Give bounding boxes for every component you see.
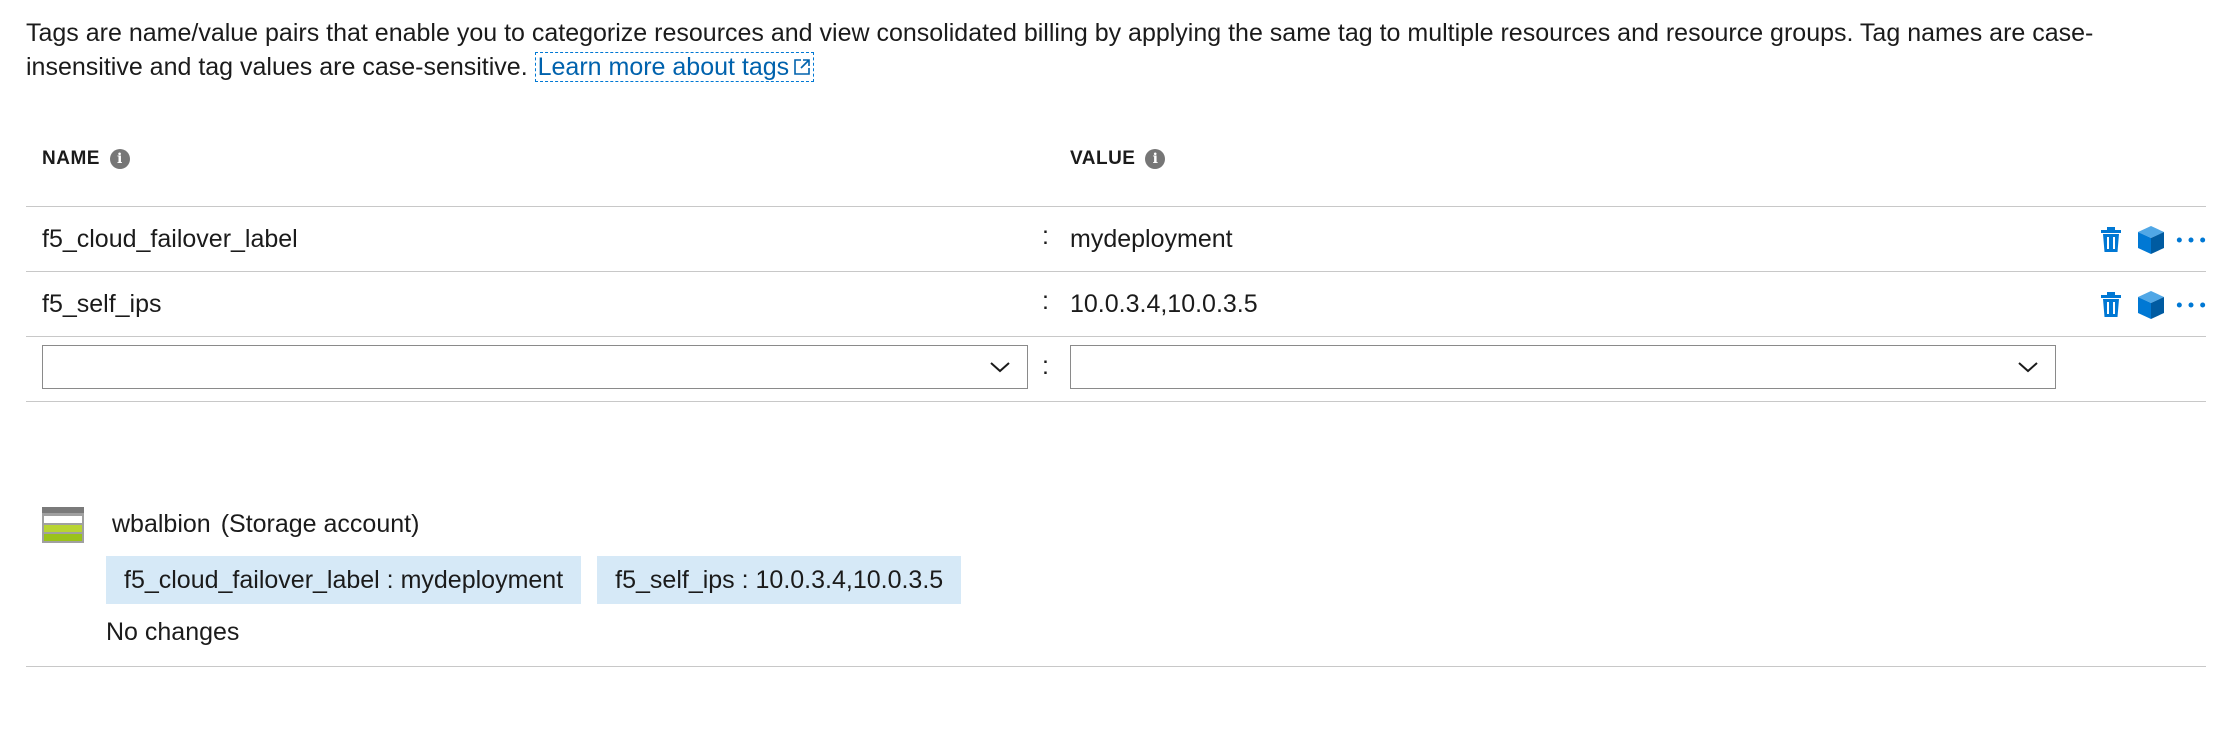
- tag-pill: f5_cloud_failover_label : mydeployment: [106, 556, 582, 604]
- chevron-down-icon: [990, 362, 1010, 373]
- apply-to-resources-icon[interactable]: [2136, 290, 2166, 320]
- tag-pill: f5_self_ips : 10.0.3.4,10.0.3.5: [597, 556, 962, 604]
- resource-tags: f5_cloud_failover_label : mydeployment f…: [106, 556, 962, 604]
- more-icon[interactable]: [2176, 225, 2206, 255]
- tag-row: f5_cloud_failover_label : mydeployment: [26, 207, 2206, 272]
- tag-name[interactable]: f5_self_ips: [42, 288, 162, 320]
- learn-more-label: Learn more about tags: [537, 53, 790, 81]
- learn-more-link[interactable]: Learn more about tags: [534, 51, 815, 82]
- new-tag-row: :: [26, 337, 2206, 402]
- more-icon[interactable]: [2176, 290, 2206, 320]
- tag-row: f5_self_ips : 10.0.3.4,10.0.3.5: [26, 272, 2206, 337]
- new-tag-name-dropdown[interactable]: [42, 345, 1028, 389]
- value-header-label: VALUE: [1070, 148, 1136, 169]
- tags-table: NAME i VALUE i f5_cloud_failover_label :…: [26, 130, 2206, 402]
- resource-type: (Storage account): [220, 510, 420, 538]
- resource-name: wbalbion (Storage account): [112, 510, 419, 539]
- row-actions: [2096, 290, 2206, 320]
- intro-description: Tags are name/value pairs that enable yo…: [26, 19, 2094, 81]
- tag-separator: :: [1042, 222, 1049, 250]
- value-info-icon[interactable]: i: [1145, 149, 1166, 169]
- table-header: NAME i VALUE i: [26, 130, 2206, 207]
- apply-to-resources-icon[interactable]: [2136, 225, 2166, 255]
- tag-name[interactable]: f5_cloud_failover_label: [42, 223, 298, 255]
- delete-icon[interactable]: [2096, 225, 2126, 255]
- value-column-header: VALUE i: [1070, 148, 1166, 170]
- tag-separator: :: [1042, 352, 1049, 380]
- name-header-label: NAME: [42, 148, 100, 169]
- resource-name-label: wbalbion: [112, 510, 211, 538]
- storage-account-icon: [42, 507, 84, 543]
- tags-page: Tags are name/value pairs that enable yo…: [26, 0, 2206, 667]
- intro-text: Tags are name/value pairs that enable yo…: [26, 16, 2206, 84]
- resource-summary: wbalbion (Storage account) f5_cloud_failo…: [26, 500, 2206, 667]
- external-link-icon: [793, 51, 811, 75]
- tag-value[interactable]: mydeployment: [1070, 223, 1233, 255]
- tag-value[interactable]: 10.0.3.4,10.0.3.5: [1070, 288, 1258, 320]
- name-info-icon[interactable]: i: [109, 149, 130, 169]
- tag-separator: :: [1042, 287, 1049, 315]
- resource-status: No changes: [106, 618, 240, 646]
- row-actions: [2096, 225, 2206, 255]
- name-column-header: NAME i: [42, 148, 130, 170]
- delete-icon[interactable]: [2096, 290, 2126, 320]
- chevron-down-icon: [2018, 362, 2038, 373]
- new-tag-value-dropdown[interactable]: [1070, 345, 2056, 389]
